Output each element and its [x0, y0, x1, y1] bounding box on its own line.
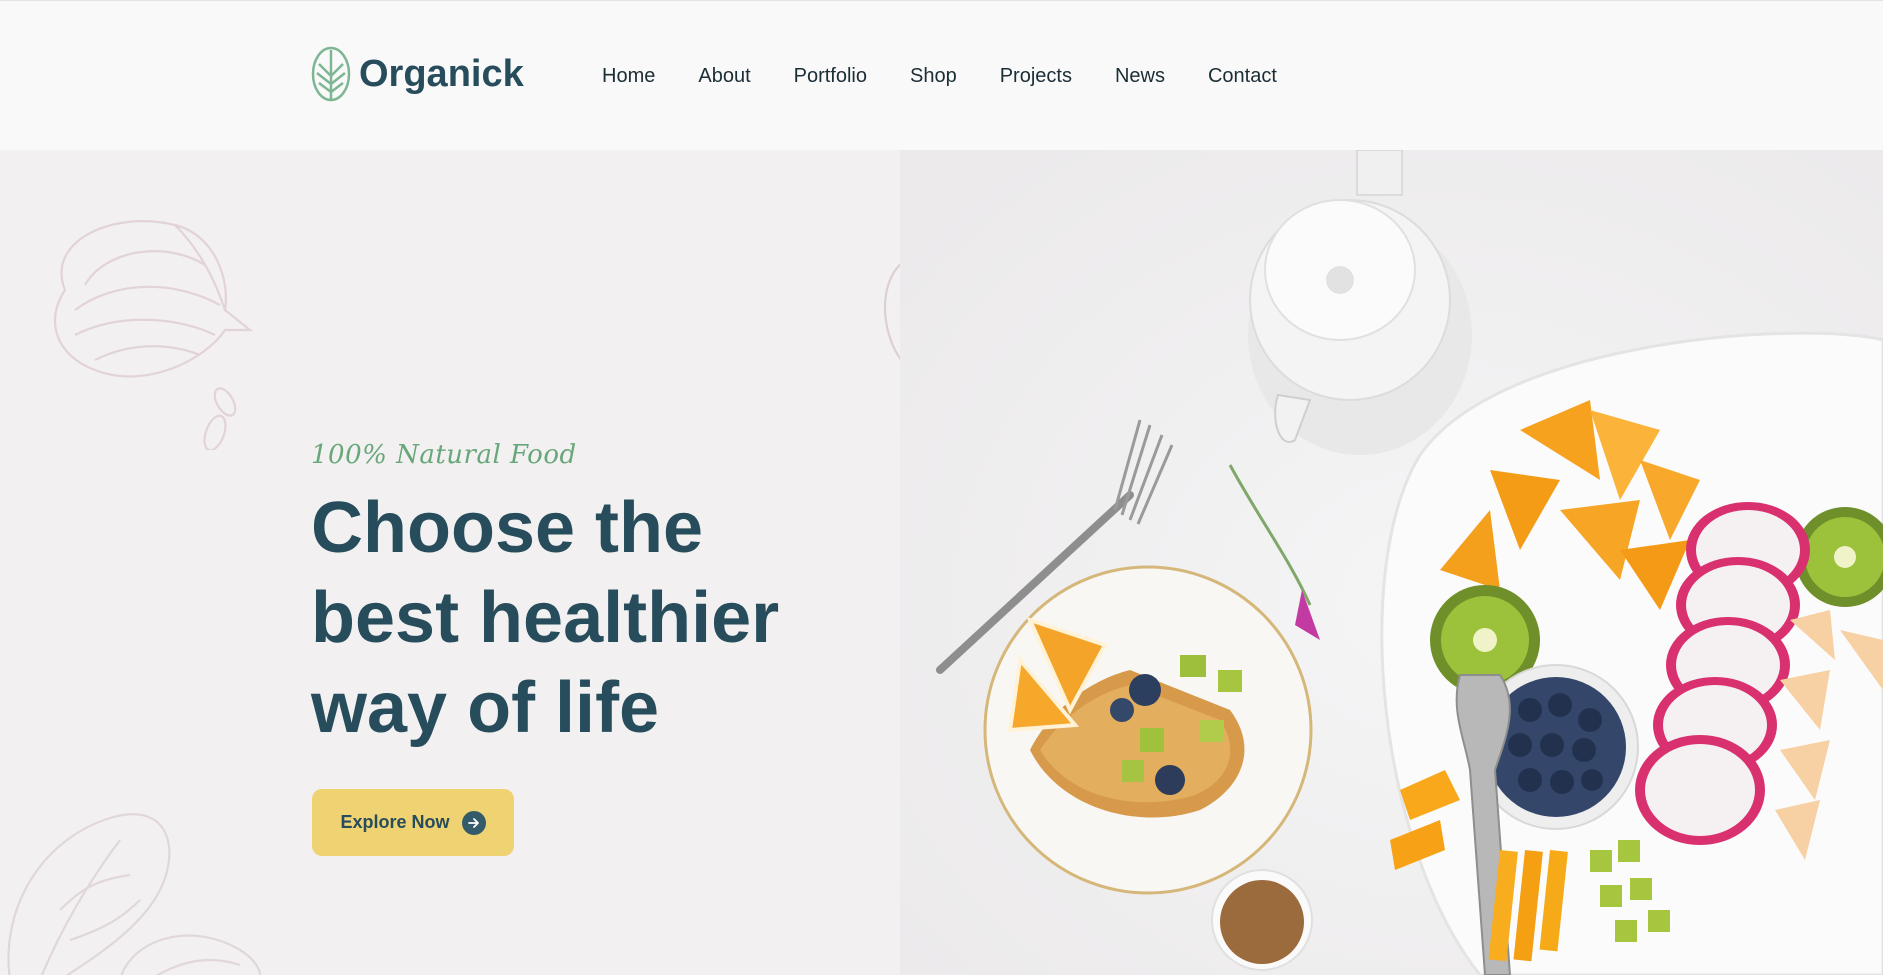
nav-item-contact[interactable]: Contact [1208, 63, 1277, 89]
hero-tagline: 100% Natural Food [311, 440, 577, 470]
nav-item-projects[interactable]: Projects [1000, 63, 1072, 89]
leaf-logo-icon [311, 46, 351, 102]
onion-outline-icon [53, 220, 254, 450]
nav-item-about[interactable]: About [698, 63, 750, 89]
explore-now-button[interactable]: Explore Now [312, 789, 514, 856]
nav-item-home[interactable]: Home [602, 63, 655, 89]
site-header: Organick Home About Portfolio Shop Proje… [0, 0, 1883, 150]
main-nav: Home About Portfolio Shop Projects News … [602, 63, 1320, 89]
nav-item-portfolio[interactable]: Portfolio [794, 63, 867, 89]
logo[interactable]: Organick [311, 46, 524, 102]
arrow-right-icon [461, 810, 486, 835]
nav-item-news[interactable]: News [1115, 63, 1165, 89]
explore-now-label: Explore Now [340, 812, 450, 832]
food-plate-image [900, 150, 1883, 975]
leaf-outline-icon [7, 813, 262, 975]
nav-item-shop[interactable]: Shop [910, 63, 957, 89]
hero-headline: Choose the best healthier way of life [311, 488, 780, 748]
brand-name: Organick [359, 52, 524, 95]
